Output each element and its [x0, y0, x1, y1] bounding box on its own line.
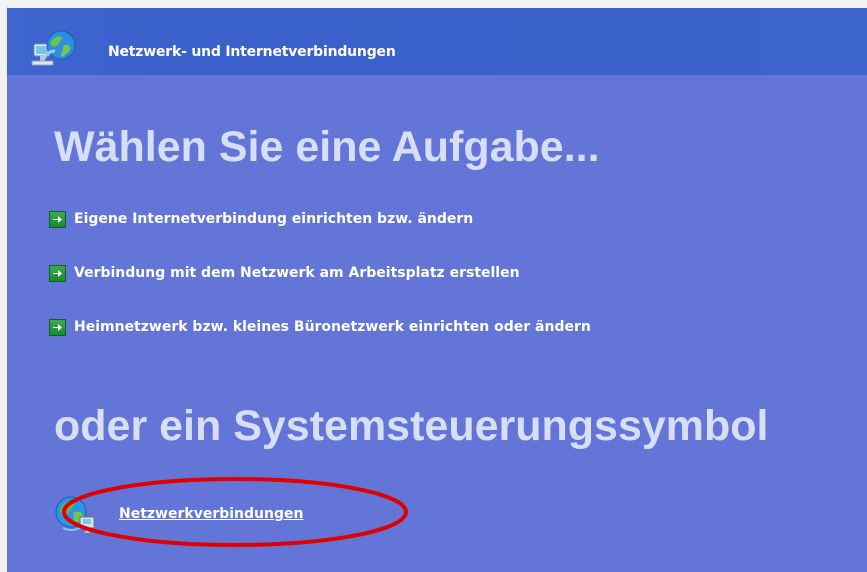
network-globe-icon: [31, 30, 76, 66]
page-header: Netzwerk- und Internetverbindungen: [7, 8, 867, 75]
task-label: Eigene Internetverbindung einrichten bzw…: [74, 211, 474, 227]
top-window-edge: [0, 0, 867, 8]
task-workplace-network-link[interactable]: Verbindung mit dem Netzwerk am Arbeitspl…: [49, 263, 520, 283]
task-internet-connection-link[interactable]: Eigene Internetverbindung einrichten bzw…: [49, 209, 473, 229]
control-panel-window: Netzwerk- und Internetverbindungen Wähle…: [0, 0, 867, 572]
green-arrow-icon: [49, 210, 66, 228]
network-connections-icon[interactable]: [53, 495, 101, 535]
green-arrow-icon: [49, 264, 66, 282]
page-title: Netzwerk- und Internetverbindungen: [108, 44, 396, 60]
control-panel-heading: oder ein Systemsteuerungssymbol: [54, 402, 769, 450]
green-arrow-icon: [49, 318, 66, 336]
task-label: Verbindung mit dem Netzwerk am Arbeitspl…: [74, 265, 520, 281]
content-panel: [7, 8, 867, 572]
task-heading: Wählen Sie eine Aufgabe...: [54, 123, 600, 171]
network-connections-link[interactable]: Netzwerkverbindungen: [119, 506, 303, 522]
task-label: Heimnetzwerk bzw. kleines Büronetzwerk e…: [74, 319, 591, 335]
task-home-network-link[interactable]: Heimnetzwerk bzw. kleines Büronetzwerk e…: [49, 317, 591, 337]
